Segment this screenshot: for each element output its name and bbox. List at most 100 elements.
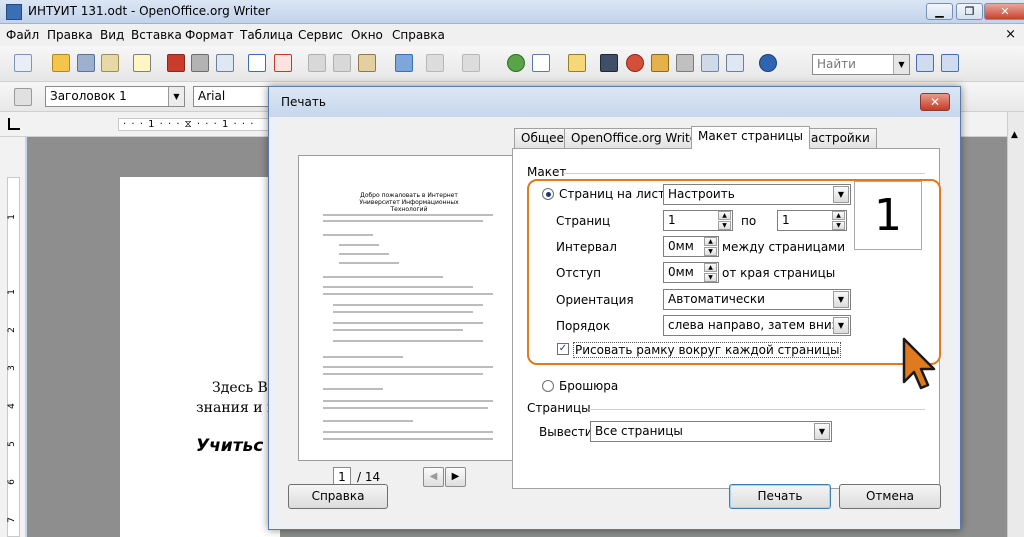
find-next-icon[interactable] xyxy=(916,54,934,72)
menu-window[interactable]: Окно xyxy=(351,28,383,42)
paragraph-style-value: Заголовок 1 xyxy=(50,89,127,103)
preview-text-line xyxy=(323,407,488,409)
preview-text-line xyxy=(339,253,389,255)
menu-help[interactable]: Справка xyxy=(392,28,445,42)
preview-text-line xyxy=(323,420,413,422)
layout-section-title: Макет xyxy=(527,165,567,179)
cut-icon[interactable] xyxy=(308,54,326,72)
menu-format[interactable]: Формат xyxy=(185,28,234,42)
preview-text-line xyxy=(323,220,483,222)
page-preview-icon[interactable] xyxy=(216,54,234,72)
preview-text-line xyxy=(333,304,483,306)
navigator-icon[interactable] xyxy=(626,54,644,72)
preview-heading: Добро пожаловать в Интернет Университет … xyxy=(359,192,459,213)
window-title: ИНТУИТ 131.odt - OpenOffice.org Writer xyxy=(28,4,271,18)
preview-text-line xyxy=(323,286,473,288)
gallery-icon[interactable] xyxy=(651,54,669,72)
ruler-number: 1 xyxy=(6,214,17,220)
print-button[interactable]: Печать xyxy=(729,484,831,509)
output-pages-value: Все страницы xyxy=(595,424,683,438)
formatting-marks-icon[interactable] xyxy=(701,54,719,72)
menu-insert[interactable]: Вставка xyxy=(131,28,182,42)
paragraph-style-select[interactable]: Заголовок 1 ▼ xyxy=(45,86,185,107)
preview-text-line xyxy=(323,276,443,278)
minimize-button[interactable]: ▁ xyxy=(926,3,953,20)
find-dropdown-icon[interactable]: ▼ xyxy=(893,55,909,74)
ruler-number: 4 xyxy=(6,403,17,409)
spellcheck-icon[interactable] xyxy=(248,54,266,72)
preview-text-line xyxy=(323,388,383,390)
preview-text-line xyxy=(323,438,493,440)
open-folder-icon[interactable] xyxy=(52,54,70,72)
ruler-number: 2 xyxy=(6,327,17,333)
chevron-down-icon[interactable]: ▼ xyxy=(168,87,184,106)
maximize-button[interactable]: ❐ xyxy=(956,3,983,20)
font-name-select[interactable]: Arial xyxy=(193,86,273,107)
hyperlink-icon[interactable] xyxy=(507,54,525,72)
ruler-number: 1 xyxy=(6,289,17,295)
dialog-title: Печать xyxy=(281,95,326,109)
tab-stop-icon[interactable] xyxy=(8,118,20,130)
table-icon[interactable] xyxy=(532,54,550,72)
preview-text-line xyxy=(323,214,493,216)
preview-text-line xyxy=(323,356,403,358)
ruler-number: 6 xyxy=(6,479,17,485)
preview-text-line xyxy=(339,262,399,264)
preview-text-line xyxy=(333,340,483,342)
standard-toolbar: Найти ▼ xyxy=(0,46,1024,82)
previous-page-button[interactable]: ◀ xyxy=(423,467,444,487)
chevron-down-icon[interactable]: ▼ xyxy=(814,423,830,440)
menu-tools[interactable]: Сервис xyxy=(298,28,343,42)
clone-format-icon[interactable] xyxy=(395,54,413,72)
menu-view[interactable]: Вид xyxy=(100,28,124,42)
help-icon[interactable] xyxy=(759,54,777,72)
preview-text-line xyxy=(323,431,493,433)
edit-file-icon[interactable] xyxy=(133,54,151,72)
dialog-close-button[interactable]: ✕ xyxy=(920,93,950,111)
tab-writer[interactable]: OpenOffice.org Writer xyxy=(564,128,710,148)
redo-icon[interactable] xyxy=(462,54,480,72)
vertical-scrollbar[interactable]: ▲ xyxy=(1007,112,1024,537)
menu-table[interactable]: Таблица xyxy=(240,28,293,42)
menu-file[interactable]: Файл xyxy=(6,28,39,42)
tab-page-layout[interactable]: Макет страницы xyxy=(691,126,810,149)
tab-general[interactable]: Общее xyxy=(514,128,571,148)
window-titlebar: ИНТУИТ 131.odt - OpenOffice.org Writer ▁… xyxy=(0,0,1024,24)
section-divider xyxy=(563,173,925,174)
save-icon[interactable] xyxy=(77,54,95,72)
document-page[interactable] xyxy=(120,177,280,537)
ruler-number: 5 xyxy=(6,441,17,447)
highlight-frame xyxy=(527,179,941,365)
scroll-up-icon[interactable]: ▲ xyxy=(1011,130,1018,140)
data-sources-icon[interactable] xyxy=(676,54,694,72)
next-page-button[interactable]: ▶ xyxy=(445,467,466,487)
brochure-radio[interactable] xyxy=(542,380,554,392)
zoom-icon[interactable] xyxy=(726,54,744,72)
show-draw-functions-icon[interactable] xyxy=(568,54,586,72)
preview-text-line xyxy=(339,244,379,246)
find-replace-icon[interactable] xyxy=(600,54,618,72)
ruler-marks: · · · 1 · · · ⧖ · · · 1 · · · xyxy=(118,118,278,131)
auto-spellcheck-icon[interactable] xyxy=(274,54,292,72)
find-previous-icon[interactable] xyxy=(941,54,959,72)
print-icon[interactable] xyxy=(191,54,209,72)
output-pages-select[interactable]: Все страницы ▼ xyxy=(590,421,832,442)
export-pdf-icon[interactable] xyxy=(167,54,185,72)
email-icon[interactable] xyxy=(101,54,119,72)
help-button[interactable]: Справка xyxy=(288,484,388,509)
document-heading: Учитьс xyxy=(196,436,264,456)
brochure-label: Брошюра xyxy=(559,379,619,393)
paste-icon[interactable] xyxy=(358,54,376,72)
cancel-button[interactable]: Отмена xyxy=(839,484,941,509)
styles-formatting-icon[interactable] xyxy=(14,88,32,106)
close-window-button[interactable]: ✕ xyxy=(984,3,1024,20)
new-document-icon[interactable] xyxy=(14,54,32,72)
menu-edit[interactable]: Правка xyxy=(47,28,93,42)
undo-icon[interactable] xyxy=(426,54,444,72)
pages-section-title: Страницы xyxy=(527,401,591,415)
copy-icon[interactable] xyxy=(333,54,351,72)
preview-text-line xyxy=(323,234,373,236)
preview-text-line xyxy=(323,366,493,368)
close-document-icon[interactable]: × xyxy=(1005,27,1016,42)
preview-text-line xyxy=(333,322,483,324)
